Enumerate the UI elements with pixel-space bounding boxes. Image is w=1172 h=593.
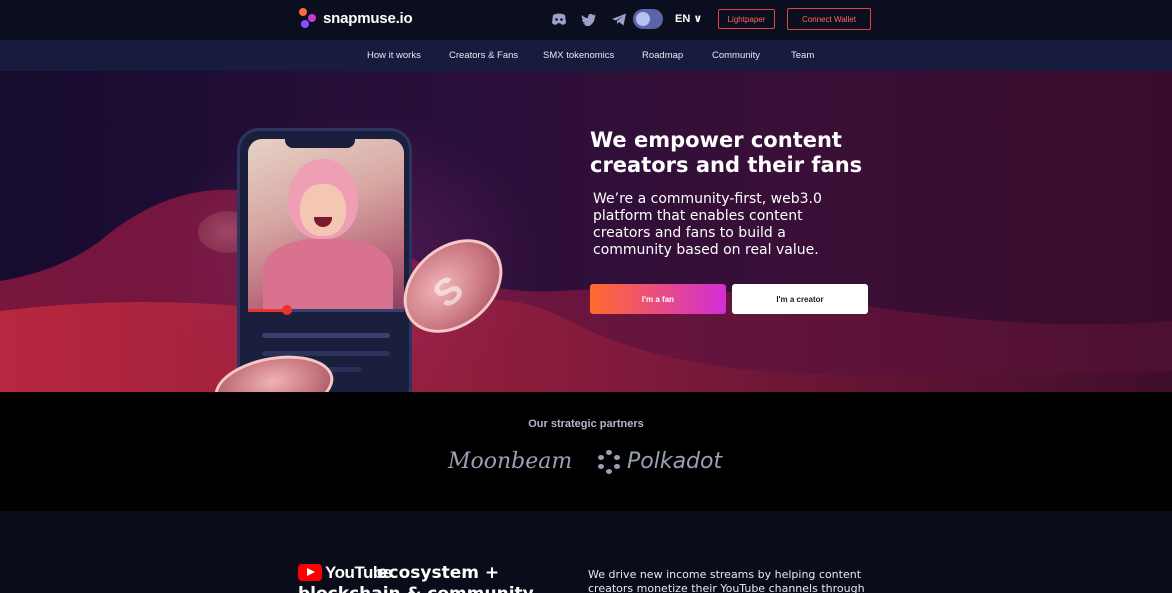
language-label: EN bbox=[675, 13, 691, 25]
polkadot-label: Polkadot bbox=[627, 449, 723, 474]
nav-creators-fans[interactable]: Creators & Fans bbox=[449, 50, 518, 61]
hero-section: S We empower content creators and their … bbox=[0, 71, 1172, 392]
theme-toggle[interactable] bbox=[633, 9, 663, 29]
discord-icon[interactable] bbox=[550, 10, 568, 28]
nav-team[interactable]: Team bbox=[791, 50, 814, 61]
phone-mockup bbox=[237, 128, 412, 392]
polkadot-logo[interactable]: Polkadot bbox=[597, 449, 722, 474]
lightpaper-button[interactable]: Lightpaper bbox=[718, 9, 775, 29]
hero-title: We empower content creators and their fa… bbox=[590, 128, 863, 177]
logo-text: snapmuse.io bbox=[323, 9, 413, 27]
youtube-section: YouTube ecosystem + blockchain & communi… bbox=[0, 511, 1172, 593]
moon-icon bbox=[636, 12, 650, 26]
top-bar: snapmuse.io EN ∨ Lightpaper Connect Wall… bbox=[0, 0, 1172, 40]
moonbeam-logo[interactable]: Moonbeam bbox=[448, 449, 572, 474]
language-select[interactable]: EN ∨ bbox=[675, 12, 702, 25]
placeholder-line bbox=[262, 333, 390, 338]
section-title: ecosystem + bbox=[377, 563, 500, 583]
snapmuse-logo-icon bbox=[299, 8, 317, 28]
section-description: We drive new income streams by helping c… bbox=[588, 568, 865, 593]
youtube-icon bbox=[298, 564, 322, 581]
connect-wallet-button[interactable]: Connect Wallet bbox=[787, 8, 871, 30]
partners-section: Our strategic partners Moonbeam Polkadot bbox=[0, 392, 1172, 511]
nav-community[interactable]: Community bbox=[712, 50, 760, 61]
nav-how-it-works[interactable]: How it works bbox=[367, 50, 421, 61]
phone-notch bbox=[285, 136, 355, 148]
telegram-icon[interactable] bbox=[610, 10, 628, 28]
im-a-fan-button[interactable]: I'm a fan bbox=[590, 284, 726, 314]
logo[interactable]: snapmuse.io bbox=[299, 8, 413, 28]
nav-roadmap[interactable]: Roadmap bbox=[642, 50, 683, 61]
main-nav: How it works Creators & Fans SMX tokenom… bbox=[0, 40, 1172, 71]
social-links bbox=[550, 10, 628, 28]
progress-handle bbox=[282, 305, 292, 315]
twitter-icon[interactable] bbox=[580, 10, 598, 28]
section-title-line2: blockchain & community bbox=[298, 584, 534, 593]
partners-title: Our strategic partners bbox=[528, 418, 644, 430]
chevron-down-icon: ∨ bbox=[693, 13, 703, 25]
video-progress-bar bbox=[248, 305, 404, 315]
hero-subtitle: We’re a community-first, web3.0 platform… bbox=[593, 191, 822, 258]
creator-photo bbox=[248, 139, 404, 309]
nav-smx-tokenomics[interactable]: SMX tokenomics bbox=[543, 50, 614, 61]
im-a-creator-button[interactable]: I'm a creator bbox=[732, 284, 868, 314]
polkadot-icon bbox=[597, 449, 621, 474]
